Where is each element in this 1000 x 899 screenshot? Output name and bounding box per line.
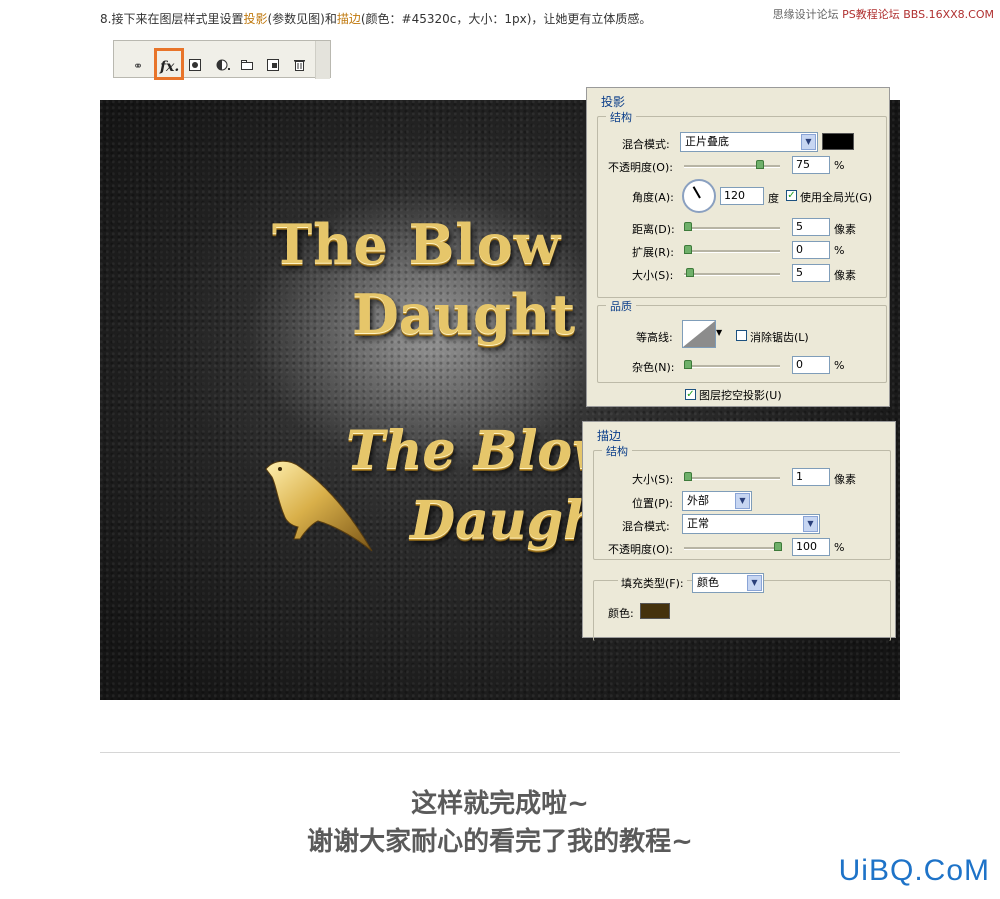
stroke-opacity-slider[interactable] xyxy=(684,542,782,551)
fx-button[interactable]: fx. xyxy=(154,48,184,80)
distance-input[interactable]: 5 xyxy=(792,218,830,236)
step-instruction: 8.接下来在图层样式里设置投影(参数见图)和描边(颜色：#45320c，大小：1… xyxy=(100,12,652,26)
stroke-size-input[interactable]: 1 xyxy=(792,468,830,486)
stroke-title: 描边 xyxy=(597,429,622,443)
angle-input[interactable]: 120 xyxy=(720,187,764,205)
adjustment-icon[interactable] xyxy=(214,59,232,73)
drop-shadow-panel: 投影 结构 混合模式: 正片叠底 ▼ 不透明度(O): 75 % 角度(A): … xyxy=(586,87,890,407)
antialias-checkbox[interactable]: ✓ xyxy=(736,330,747,341)
chevron-down-icon: ▼ xyxy=(747,575,762,591)
link-icon[interactable]: ⚭ xyxy=(128,59,148,73)
group-folder-icon[interactable] xyxy=(240,59,254,73)
watermark-top: 思缘设计论坛 PS教程论坛 BBS.16XX8.COM xyxy=(772,8,994,21)
brand-logo: UiBQ.CoM xyxy=(838,854,990,887)
gold-bird-icon xyxy=(265,460,373,552)
opacity-input[interactable]: 75 xyxy=(792,156,830,174)
chevron-down-icon: ▼ xyxy=(735,493,750,509)
opacity-slider[interactable] xyxy=(684,160,780,169)
mask-icon[interactable] xyxy=(188,59,202,73)
thanks-message: 谢谢大家耐心的看完了我的教程~ xyxy=(307,827,693,857)
spread-slider[interactable] xyxy=(684,245,780,254)
noise-slider[interactable] xyxy=(684,360,780,369)
gold-text-line2: Daught xyxy=(352,282,576,346)
spread-input[interactable]: 0 xyxy=(792,241,830,259)
blend-mode-select[interactable]: 正片叠底 ▼ xyxy=(680,132,818,152)
size-slider[interactable] xyxy=(684,268,780,277)
size-input[interactable]: 5 xyxy=(792,264,830,282)
contour-picker[interactable] xyxy=(682,320,716,348)
trash-icon[interactable] xyxy=(292,59,306,73)
gold-text-line1: The Blow xyxy=(272,212,562,276)
layers-toolbar: ⚭ fx. xyxy=(113,40,331,80)
knockout-checkbox[interactable]: ✓ xyxy=(685,389,696,400)
angle-label: 角度(A): xyxy=(632,191,674,204)
fill-type-select[interactable]: 颜色 ▼ xyxy=(692,573,764,593)
noise-input[interactable]: 0 xyxy=(792,356,830,374)
angle-dial[interactable] xyxy=(682,179,716,213)
stroke-structure-group: 结构 大小(S): 1 像素 位置(P): 外部 ▼ 混合模式: 正常 ▼ 不透… xyxy=(593,443,891,560)
stroke-opacity-input[interactable]: 100 xyxy=(792,538,830,556)
chevron-down-icon: ▼ xyxy=(803,516,818,532)
gold-script-line1: The Blow xyxy=(346,420,617,481)
new-layer-icon[interactable] xyxy=(266,59,280,73)
gold-script-line2: Daugh xyxy=(410,490,601,551)
quality-group: 品质 等高线: ▼ ✓ 消除锯齿(L) 杂色(N): 0 % xyxy=(597,298,887,383)
drop-shadow-title: 投影 xyxy=(601,95,626,109)
global-light-checkbox[interactable]: ✓ xyxy=(786,190,797,201)
shadow-color-swatch[interactable] xyxy=(822,133,854,150)
stroke-keyword: 描边 xyxy=(336,12,361,26)
fx-icon: fx. xyxy=(160,59,180,75)
fill-type-group: 填充类型(F): 颜色 ▼ 颜色: xyxy=(593,573,891,641)
opacity-label: 不透明度(O): xyxy=(608,161,673,174)
toolbar-scrollbar[interactable] xyxy=(315,41,330,79)
chevron-down-icon: ▼ xyxy=(801,134,816,150)
blend-mode-label: 混合模式: xyxy=(622,138,670,151)
structure-group: 结构 混合模式: 正片叠底 ▼ 不透明度(O): 75 % 角度(A): 120… xyxy=(597,109,887,298)
section-divider xyxy=(100,752,900,753)
finish-message: 这样就完成啦~ xyxy=(411,789,589,819)
stroke-panel: 描边 结构 大小(S): 1 像素 位置(P): 外部 ▼ 混合模式: 正常 ▼… xyxy=(582,421,896,641)
distance-slider[interactable] xyxy=(684,222,780,231)
stroke-blend-mode-select[interactable]: 正常 ▼ xyxy=(682,514,820,534)
stroke-color-swatch[interactable] xyxy=(640,603,670,619)
contour-dropdown-icon[interactable]: ▼ xyxy=(716,328,722,337)
stroke-size-slider[interactable] xyxy=(684,472,780,481)
shadow-keyword: 投影 xyxy=(243,12,268,26)
stroke-position-select[interactable]: 外部 ▼ xyxy=(682,491,752,511)
